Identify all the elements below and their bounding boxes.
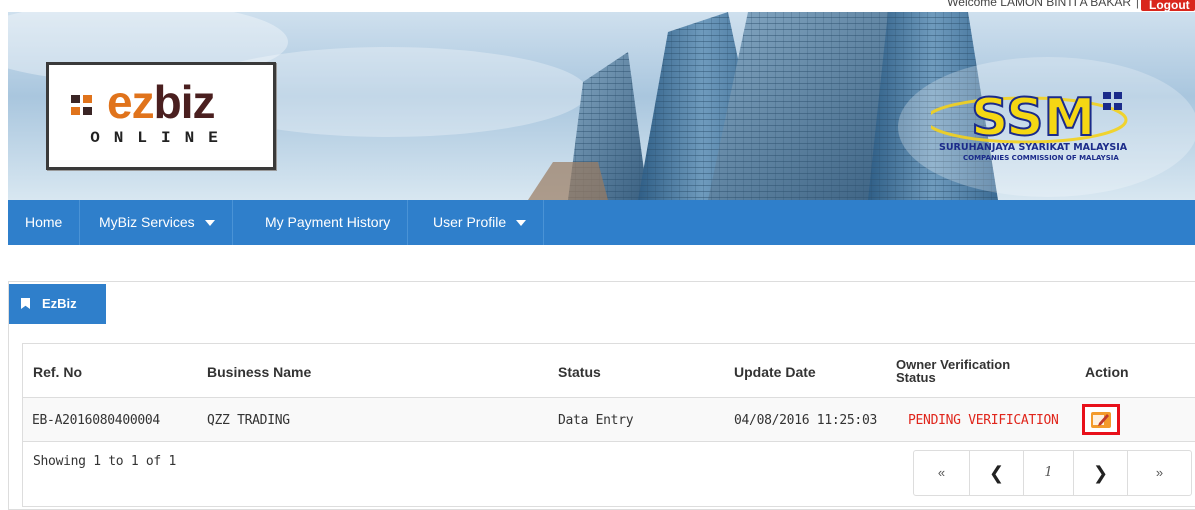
header-banner: ezbiz ONLINE SSM SURUHANJAYA SYARIKAT MA…	[8, 12, 1195, 200]
cell-ref-no: EB-A2016080400004	[32, 413, 160, 428]
pagination: « ❮ 1 ❯ »	[913, 450, 1192, 496]
panel-tab-ezbiz[interactable]: EzBiz	[9, 284, 106, 324]
nav-payment-label: My Payment History	[265, 214, 391, 230]
nav-home-label: Home	[25, 214, 63, 230]
ezbiz-panel: EzBiz Ref. No Business Name Status Updat…	[8, 281, 1195, 510]
cell-business-name: QZZ TRADING	[207, 413, 290, 428]
chevron-down-icon	[204, 220, 215, 227]
pagination-prev-button[interactable]: ❮	[970, 451, 1024, 495]
pagination-page-1[interactable]: 1	[1024, 451, 1074, 495]
ssm-logo-text: SSM	[971, 88, 1095, 148]
panel-tab-label: EzBiz	[42, 296, 77, 311]
main-navbar: Home MyBiz Services My Payment History U…	[8, 200, 1195, 245]
bookmark-icon	[21, 298, 30, 309]
ezbiz-dots-icon	[71, 95, 92, 115]
pagination-first-button[interactable]: «	[914, 451, 970, 495]
nav-user-profile[interactable]: User Profile	[416, 200, 545, 245]
chevron-down-icon	[516, 220, 527, 227]
cell-update-date: 04/08/2016 11:25:03	[734, 413, 878, 428]
logo-ez-text: ez	[107, 76, 155, 128]
nav-mybiz-label: MyBiz Services	[99, 214, 195, 230]
logo-wordmark: ezbiz	[107, 75, 216, 129]
ssm-emblem-icon: SSM	[931, 87, 1128, 149]
column-action: Action	[1085, 364, 1129, 380]
edit-icon	[1091, 412, 1111, 428]
showing-entries-text: Showing 1 to 1 of 1	[33, 454, 177, 469]
logo-biz-text: biz	[153, 76, 216, 128]
logout-button[interactable]: Logout	[1141, 0, 1195, 11]
column-status[interactable]: Status	[558, 364, 601, 380]
business-table: Ref. No Business Name Status Update Date…	[22, 343, 1195, 507]
table-row: EB-A2016080400004 QZZ TRADING Data Entry…	[23, 398, 1195, 442]
cell-owner-verification-status: PENDING VERIFICATION	[908, 413, 1059, 428]
nav-profile-label: User Profile	[433, 214, 507, 230]
ssm-tagline-malay: SURUHANJAYA SYARIKAT MALAYSIA	[939, 142, 1128, 153]
ssm-logo: SSM SURUHANJAYA SYARIKAT MALAYSIA COMPAN…	[931, 80, 1161, 170]
logo-online-text: ONLINE	[90, 129, 232, 147]
column-update-date[interactable]: Update Date	[734, 364, 816, 380]
table-header: Ref. No Business Name Status Update Date…	[23, 344, 1195, 398]
ssm-tagline-english: COMPANIES COMMISSION OF MALAYSIA	[963, 154, 1119, 162]
pagination-last-button[interactable]: »	[1128, 451, 1191, 495]
top-welcome-bar: Welcome LAMON BINTI A BAKAR | Logout	[0, 0, 1195, 12]
nav-payment-history[interactable]: My Payment History	[248, 200, 409, 245]
column-business-name[interactable]: Business Name	[207, 364, 311, 380]
welcome-separator: |	[1135, 0, 1139, 9]
logout-label: Logout	[1149, 0, 1190, 11]
nav-home[interactable]: Home	[8, 200, 81, 245]
edit-action-button[interactable]	[1082, 404, 1120, 435]
column-ref-no[interactable]: Ref. No	[33, 364, 82, 380]
nav-mybiz-services[interactable]: MyBiz Services	[82, 200, 233, 245]
column-owner-verification-line2: Status	[896, 370, 936, 385]
pagination-next-button[interactable]: ❯	[1074, 451, 1128, 495]
ezbiz-online-logo: ezbiz ONLINE	[46, 62, 276, 170]
welcome-text: Welcome LAMON BINTI A BAKAR	[947, 0, 1131, 9]
column-owner-verification[interactable]: Owner Verification Status	[896, 358, 1010, 384]
cell-status: Data Entry	[558, 413, 634, 428]
